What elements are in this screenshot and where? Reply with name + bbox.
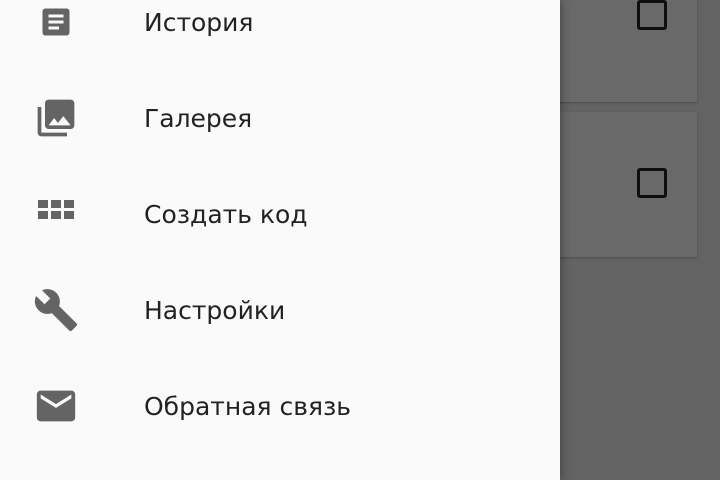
drawer-item-label: Галерея: [144, 103, 253, 133]
drawer-item-label: История: [144, 7, 254, 37]
history-icon: [32, 0, 80, 46]
mail-icon: [32, 382, 80, 430]
wrench-icon: [32, 286, 80, 334]
drawer-item-label: Обратная связь: [144, 391, 352, 421]
drawer-item-feedback[interactable]: Обратная связь: [0, 358, 560, 454]
app-screen: История Галерея Создать код Настройки Об…: [0, 0, 720, 480]
drawer-item-label: Создать код: [144, 199, 308, 229]
grid-icon: [32, 190, 80, 238]
drawer-item-settings[interactable]: Настройки: [0, 262, 560, 358]
drawer-item-history[interactable]: История: [0, 0, 560, 70]
drawer-item-label: Настройки: [144, 295, 286, 325]
drawer-item-gallery[interactable]: Галерея: [0, 70, 560, 166]
drawer-item-create-code[interactable]: Создать код: [0, 166, 560, 262]
gallery-icon: [32, 94, 80, 142]
navigation-drawer: История Галерея Создать код Настройки Об…: [0, 0, 560, 480]
